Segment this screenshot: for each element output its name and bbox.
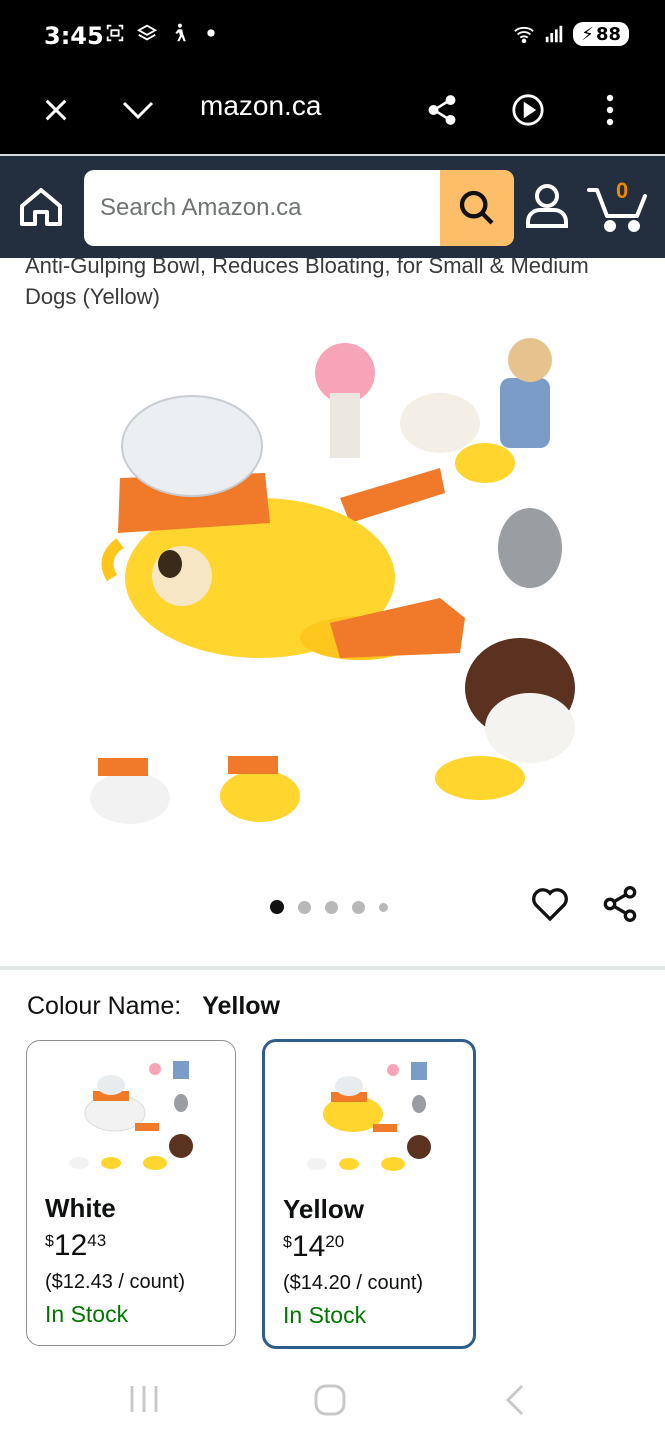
cart-count: 0: [616, 178, 629, 203]
share-page-button[interactable]: [418, 86, 466, 134]
more-vertical-icon: [606, 94, 614, 126]
url-text[interactable]: mazon.ca: [200, 90, 321, 122]
wifi-icon: [514, 26, 535, 44]
colour-option-yellow[interactable]: Yellow $1420 ($14.20 / count) In Stock: [262, 1039, 476, 1349]
pagination-dot-2[interactable]: [298, 900, 311, 914]
selected-colour: Yellow: [202, 992, 280, 1020]
white-variant-thumbnail: [69, 1061, 193, 1170]
signal-icon: [546, 25, 563, 43]
option-name: White: [45, 1193, 116, 1223]
browser-toolbar: mazon.ca: [0, 72, 665, 154]
close-tab-button[interactable]: [32, 86, 80, 134]
battery-level: 88: [595, 23, 621, 45]
pagination-dot-3[interactable]: [325, 900, 338, 914]
status-notification-icons: [104, 22, 222, 44]
kitten-illustration: [498, 508, 562, 588]
title-clip: Anti-Gulping Bowl, Reduces Bloating, for…: [0, 258, 665, 318]
stack-icon: [136, 24, 158, 41]
dot-icon: [207, 29, 215, 37]
back-button[interactable]: [500, 1382, 540, 1418]
option-name: Yellow: [283, 1194, 364, 1224]
pagination-dot-5[interactable]: [379, 902, 388, 912]
walking-icon: [175, 23, 186, 42]
price-cents: 20: [325, 1232, 345, 1251]
stock-status: In Stock: [45, 1301, 129, 1327]
recents-icon: [130, 1386, 158, 1412]
chevron-down-icon: [122, 101, 154, 120]
battery-indicator: ⚡ 88: [573, 22, 629, 46]
close-icon: [45, 99, 67, 121]
collapse-button[interactable]: [114, 86, 162, 134]
colour-option-white[interactable]: White $1243 ($12.43 / count) In Stock: [26, 1040, 236, 1346]
wishlist-button[interactable]: [530, 884, 572, 926]
screenshot-icon: [106, 24, 124, 42]
status-system-icons: ⚡ 88: [513, 22, 629, 46]
home-nav-button[interactable]: [312, 1382, 352, 1418]
battery-bolt-icon: ⚡: [581, 23, 594, 45]
unit-price: ($14.20 / count): [283, 1272, 424, 1294]
girl-dog-illustration: [400, 338, 552, 483]
search-icon: [459, 190, 494, 225]
amazon-header: 0: [0, 154, 665, 258]
pagination-dot-1[interactable]: [270, 900, 284, 914]
recents-button[interactable]: [126, 1382, 166, 1418]
image-pagination: [270, 900, 388, 914]
small-feeders-illustration: [90, 756, 300, 824]
search-bar: [84, 170, 514, 246]
home-circle-icon: [314, 1384, 346, 1416]
stock-status: In Stock: [283, 1302, 367, 1328]
account-button[interactable]: [524, 182, 572, 232]
currency-symbol: $: [283, 1234, 292, 1251]
currency-symbol: $: [45, 1233, 54, 1250]
share-product-button[interactable]: [600, 884, 642, 926]
cart-button[interactable]: 0: [586, 178, 654, 234]
play-button[interactable]: [504, 86, 552, 134]
product-title: Anti-Gulping Bowl, Reduces Bloating, for…: [25, 258, 589, 309]
play-circle-icon: [512, 94, 544, 126]
system-nav-bar: [0, 1360, 665, 1440]
product-image[interactable]: [60, 318, 600, 848]
user-icon: [526, 184, 568, 228]
heart-icon: [532, 888, 568, 922]
price-whole: 14: [291, 1230, 326, 1263]
colour-label: Colour Name:: [27, 992, 182, 1020]
share-icon: [428, 95, 456, 125]
status-bar: 3:45 ⚡ 88: [0, 0, 665, 72]
price-cents: 43: [87, 1231, 107, 1250]
unit-price: ($12.43 / count): [45, 1271, 186, 1293]
pagination-dot-4[interactable]: [352, 900, 365, 914]
option-price: $1420: [283, 1230, 344, 1264]
home-button[interactable]: [18, 186, 66, 230]
pink-toy-illustration: [315, 343, 375, 458]
search-input[interactable]: [84, 170, 440, 246]
section-divider: [0, 966, 665, 970]
colour-selector-label: Colour Name: Yellow: [27, 992, 280, 1021]
dog-cat-illustration: [435, 638, 575, 800]
search-button[interactable]: [440, 170, 514, 246]
option-price: $1243: [45, 1229, 106, 1263]
status-time: 3:45: [44, 22, 104, 50]
yellow-variant-thumbnail: [307, 1062, 431, 1171]
menu-button[interactable]: [586, 86, 634, 134]
share-icon: [603, 886, 637, 923]
home-icon: [20, 188, 62, 226]
price-whole: 12: [53, 1229, 88, 1262]
back-icon: [505, 1384, 524, 1416]
